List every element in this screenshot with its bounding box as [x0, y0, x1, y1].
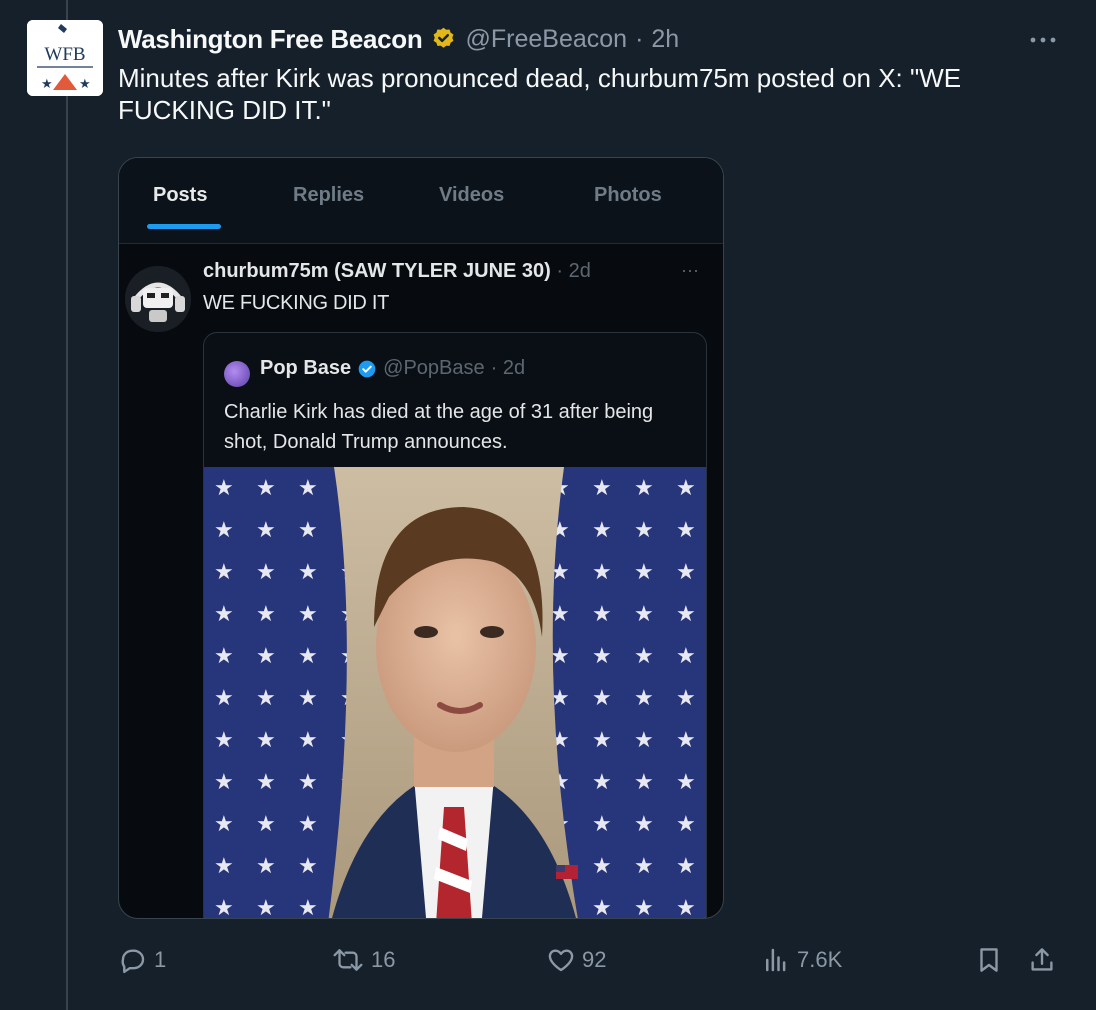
timestamp[interactable]: 2h: [651, 25, 679, 54]
verified-badge-icon: [434, 27, 454, 48]
quote-handle: @PopBase: [383, 357, 485, 379]
svg-text:★: ★: [41, 76, 53, 91]
inner-avatar: [125, 266, 191, 332]
wfb-logo: WFB ★ ★: [27, 20, 103, 96]
repost-count: 16: [371, 947, 396, 972]
bookmark-button[interactable]: [974, 940, 1004, 980]
handle[interactable]: @FreeBeacon: [465, 25, 627, 54]
analytics-icon: [766, 948, 786, 972]
quote-name: Pop Base: [260, 357, 352, 379]
avatar[interactable]: WFB ★ ★: [27, 20, 103, 96]
inner-post-header: churbum75m (SAW TYLER JUNE 30) · 2d: [203, 260, 591, 283]
inner-tabs: Posts Replies Videos Photos: [119, 158, 723, 244]
display-name[interactable]: Washington Free Beacon: [118, 24, 423, 55]
tweet-header: Washington Free Beacon @FreeBeacon · 2h: [118, 22, 679, 56]
inner-more-icon: ···: [681, 260, 699, 280]
repost-button[interactable]: 16: [331, 940, 395, 980]
tweet-text: Minutes after Kirk was pronounced dead, …: [118, 63, 962, 125]
inner-post-text: WE FUCKING DID IT: [203, 292, 390, 314]
bookmark-icon: [980, 948, 998, 972]
tab-photos: Photos: [594, 184, 662, 206]
view-count: 7.6K: [797, 947, 843, 972]
tab-underline: [147, 224, 221, 229]
tab-videos: Videos: [439, 184, 505, 206]
svg-text:★: ★: [79, 76, 91, 91]
news-photo: ★: [204, 467, 706, 918]
avatar-text: WFB: [44, 44, 85, 65]
thread-line: [66, 0, 68, 1010]
more-options-icon[interactable]: [1024, 26, 1062, 54]
repost-icon: [333, 949, 363, 971]
inner-post-name: churbum75m (SAW TYLER JUNE 30): [203, 260, 551, 282]
quote-header: Pop Base @PopBase · 2d: [260, 357, 525, 380]
reply-button[interactable]: 1: [118, 940, 166, 980]
quote-avatar: [224, 361, 250, 387]
quoted-post: Pop Base @PopBase · 2d Charlie Kirk has …: [203, 332, 707, 918]
views-button[interactable]: 7.6K: [761, 940, 842, 980]
quote-time: · 2d: [490, 357, 526, 379]
share-button[interactable]: [1027, 940, 1057, 980]
heart-icon: [548, 949, 574, 972]
tab-posts: Posts: [153, 184, 208, 206]
like-button[interactable]: 92: [546, 940, 606, 980]
like-count: 92: [582, 947, 607, 972]
separator: ·: [635, 24, 644, 53]
tab-replies: Replies: [293, 184, 365, 206]
reply-icon: [121, 949, 145, 974]
media-screenshot[interactable]: Posts Replies Videos Photos churbum75m (…: [118, 157, 724, 919]
quote-text: Charlie Kirk has died at the age of 31 a…: [224, 401, 654, 453]
inner-post-time: · 2d: [556, 260, 591, 282]
share-icon: [1031, 948, 1053, 971]
action-bar: 1 16 92 7.6K: [118, 940, 1063, 980]
quote-verified-icon: [358, 360, 376, 377]
reply-count: 1: [154, 947, 167, 972]
